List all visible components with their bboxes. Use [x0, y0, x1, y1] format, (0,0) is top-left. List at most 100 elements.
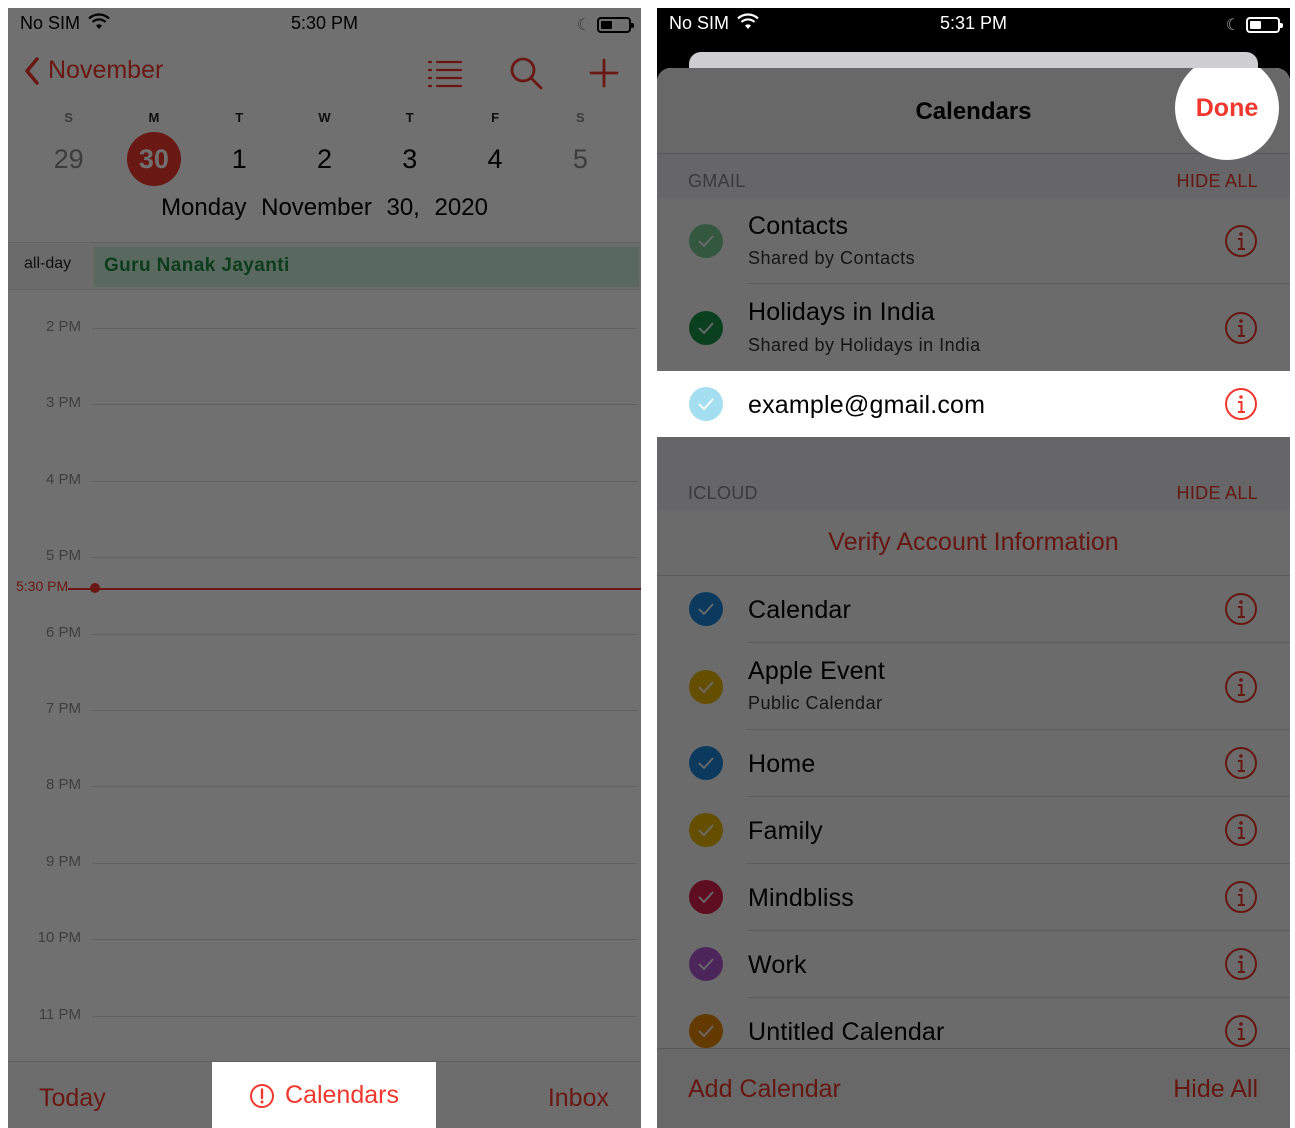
- hide-all-button[interactable]: Hide All: [1173, 1075, 1258, 1104]
- hour-line: [92, 863, 637, 864]
- hour-row: 6 PM: [8, 624, 641, 644]
- calendars-sheet-screen: No SIM 5:31 PM ☾ Calendars GMAIL HIDE AL…: [657, 8, 1290, 1128]
- calendar-title: Calendar: [748, 596, 852, 624]
- day-number: 5: [572, 143, 588, 174]
- day-number: 3: [402, 143, 418, 174]
- hour-row: 7 PM: [8, 700, 641, 720]
- calendar-row-apple-event[interactable]: Apple Event Public Calendar: [657, 643, 1290, 730]
- hour-row: 5 PM: [8, 547, 641, 567]
- calendars-button[interactable]: Calendars: [212, 1062, 436, 1128]
- calendars-label: Calendars: [285, 1081, 399, 1109]
- alert-circle-icon: [250, 1083, 275, 1108]
- calendar-row-contacts[interactable]: Contacts Shared by Contacts: [657, 198, 1290, 284]
- hour-label: 5 PM: [45, 547, 81, 564]
- calendar-row-holidays[interactable]: Holidays in India Shared by Holidays in …: [657, 284, 1290, 371]
- day-column[interactable]: W2: [282, 110, 367, 188]
- calendar-row-home[interactable]: Home: [657, 730, 1290, 797]
- hour-label: 6 PM: [45, 624, 81, 641]
- inbox-button[interactable]: Inbox: [548, 1084, 609, 1113]
- add-calendar-button[interactable]: Add Calendar: [688, 1075, 841, 1104]
- verify-account-link[interactable]: Verify Account Information: [657, 528, 1290, 557]
- info-icon[interactable]: [1224, 746, 1258, 780]
- section-title: ICLOUD: [688, 483, 758, 503]
- hour-row: 4 PM: [8, 471, 641, 491]
- hour-row: 11 PM: [8, 1006, 641, 1026]
- hour-line: [92, 939, 637, 940]
- day-column[interactable]: M 30: [111, 110, 196, 188]
- search-icon[interactable]: [509, 56, 543, 90]
- nav-bar: November: [8, 50, 641, 100]
- section-title: GMAIL: [688, 171, 746, 191]
- hour-row: 9 PM: [8, 853, 641, 873]
- moon-icon: ☾: [1225, 17, 1240, 34]
- hour-line: [92, 404, 637, 405]
- hour-line: [92, 328, 637, 329]
- check-icon[interactable]: [689, 670, 723, 704]
- all-day-label: all-day: [24, 255, 72, 272]
- weekday-label: T: [235, 110, 244, 125]
- info-icon[interactable]: [1224, 224, 1258, 258]
- day-column[interactable]: S5: [538, 110, 623, 188]
- status-time: 5:30 PM: [290, 13, 359, 33]
- check-icon[interactable]: [689, 311, 723, 345]
- calendar-day-view: No SIM 5:30 PM ☾ November S 29 M 30 T 1 …: [8, 8, 641, 1128]
- battery-icon: [597, 17, 634, 33]
- calendar-row-family[interactable]: Family: [657, 797, 1290, 864]
- calendar-subtitle: Shared by Contacts: [748, 248, 916, 268]
- status-bar: No SIM 5:31 PM ☾: [657, 8, 1290, 40]
- info-icon[interactable]: [1224, 311, 1258, 345]
- check-icon[interactable]: [689, 387, 723, 421]
- weekday-label: W: [318, 110, 331, 125]
- info-icon[interactable]: [1224, 813, 1258, 847]
- weekday-label: S: [64, 110, 73, 125]
- day-column[interactable]: S 29: [26, 110, 111, 188]
- hour-line: [92, 710, 637, 711]
- hour-label: 10 PM: [37, 929, 81, 946]
- current-time-dot: [90, 583, 100, 593]
- hour-row: 8 PM: [8, 776, 641, 796]
- moon-icon: ☾: [576, 17, 591, 34]
- current-time-indicator: 5:30 PM: [8, 578, 641, 598]
- calendar-row-gmail-account[interactable]: example@gmail.com: [657, 371, 1290, 437]
- check-icon[interactable]: [689, 947, 723, 981]
- weekday-label: F: [491, 110, 500, 125]
- check-icon[interactable]: [689, 880, 723, 914]
- weekday-label: T: [405, 110, 414, 125]
- bottom-toolbar: Today Calendars Inbox: [8, 1061, 641, 1128]
- info-icon[interactable]: [1224, 670, 1258, 704]
- day-column[interactable]: F4: [452, 110, 537, 188]
- day-column[interactable]: T3: [367, 110, 452, 188]
- info-icon[interactable]: [1224, 947, 1258, 981]
- calendar-subtitle: Public Calendar: [748, 693, 883, 713]
- back-button[interactable]: November: [24, 56, 163, 85]
- calendar-title: Work: [748, 951, 807, 979]
- check-icon[interactable]: [689, 592, 723, 626]
- hide-all-icloud-button[interactable]: HIDE ALL: [1177, 483, 1258, 504]
- verify-account-row[interactable]: Verify Account Information: [657, 510, 1290, 576]
- check-icon[interactable]: [689, 1014, 723, 1048]
- today-button[interactable]: Today: [39, 1084, 106, 1113]
- check-icon[interactable]: [689, 224, 723, 258]
- info-icon[interactable]: [1224, 1014, 1258, 1048]
- all-day-event[interactable]: Guru Nanak Jayanti: [94, 247, 639, 287]
- plus-icon[interactable]: [589, 58, 619, 88]
- info-icon[interactable]: [1224, 387, 1258, 421]
- hour-row: 3 PM: [8, 394, 641, 414]
- done-button[interactable]: Done: [1196, 94, 1259, 123]
- hour-line: [92, 1016, 637, 1017]
- info-icon[interactable]: [1224, 880, 1258, 914]
- calendar-row-calendar[interactable]: Calendar: [657, 576, 1290, 643]
- calendar-title: Mindbliss: [748, 884, 854, 912]
- check-icon[interactable]: [689, 813, 723, 847]
- info-icon[interactable]: [1224, 592, 1258, 626]
- check-icon[interactable]: [689, 746, 723, 780]
- list-icon[interactable]: [427, 58, 463, 88]
- weekday-label: M: [148, 110, 160, 125]
- day-column[interactable]: T1: [197, 110, 282, 188]
- calendar-row-mindbliss[interactable]: Mindbliss: [657, 864, 1290, 931]
- week-strip: S 29 M 30 T1 W2 T3 F4 S5: [26, 110, 623, 188]
- calendar-row-work[interactable]: Work: [657, 931, 1290, 998]
- hour-label: 8 PM: [45, 776, 81, 793]
- hide-all-gmail-button[interactable]: HIDE ALL: [1177, 171, 1258, 192]
- hour-row: 10 PM: [8, 929, 641, 949]
